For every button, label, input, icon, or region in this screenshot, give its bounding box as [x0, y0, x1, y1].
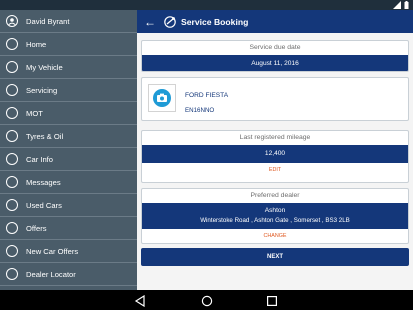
drawer-item-label: New Car Offers	[26, 246, 79, 256]
drawer-item-my-vehicle[interactable]: My Vehicle	[0, 56, 137, 79]
mot-icon	[6, 107, 18, 119]
drawer-item-mot[interactable]: MOT	[0, 102, 137, 125]
status-icons	[393, 1, 409, 9]
car-icon	[6, 199, 18, 211]
service-due-date: August 11, 2016	[142, 55, 408, 71]
drawer-item-label: Servicing	[26, 85, 58, 95]
home-icon	[6, 38, 18, 50]
drawer-item-dealer-locator[interactable]: Dealer Locator	[0, 263, 137, 286]
drawer-item-label: Car Info	[26, 154, 54, 164]
vehicle-registration: EN16NNO	[185, 107, 215, 114]
app-bar: ← Service Booking	[137, 10, 413, 33]
envelope-icon	[6, 176, 18, 188]
next-button[interactable]: NEXT	[141, 248, 409, 266]
drawer-item-label: Offers	[26, 223, 47, 233]
drawer-user-profile[interactable]: David Byrant	[0, 10, 137, 33]
mileage-value: 12,400	[142, 145, 408, 163]
user-icon	[6, 15, 18, 27]
car-icon	[6, 61, 18, 73]
system-navigation-bar	[0, 290, 413, 310]
mileage-card: Last registered mileage 12,400 EDIT	[141, 130, 409, 183]
back-arrow-icon[interactable]: ←	[137, 15, 163, 29]
camera-icon	[153, 89, 171, 107]
navigation-drawer: David Byrant Home My Vehicle Servicing M…	[0, 10, 137, 290]
service-due-card: Service due date August 11, 2016	[141, 40, 409, 72]
vehicle-model: FORD FIESTA	[185, 92, 229, 99]
service-due-heading: Service due date	[249, 44, 301, 51]
drawer-item-car-info[interactable]: Car Info	[0, 148, 137, 171]
drawer-item-label: Home	[26, 39, 47, 49]
dealer-name: Ashton	[264, 207, 286, 214]
drawer-item-new-car-offers[interactable]: New Car Offers	[0, 240, 137, 263]
nav-home-icon[interactable]	[201, 294, 213, 307]
location-pin-icon	[6, 268, 18, 280]
main-content: ← Service Booking Service due date Augus…	[137, 10, 413, 290]
edit-mileage-button[interactable]: EDIT	[142, 163, 408, 177]
car-service-icon	[163, 15, 177, 29]
drawer-item-used-cars[interactable]: Used Cars	[0, 194, 137, 217]
vehicle-card[interactable]: FORD FIESTA EN16NNO	[141, 77, 409, 121]
change-dealer-button[interactable]: CHANGE	[142, 229, 408, 243]
tag-icon	[6, 222, 18, 234]
drawer-item-offers[interactable]: Offers	[0, 217, 137, 240]
status-bar	[0, 0, 413, 10]
drawer-item-label: MOT	[26, 108, 43, 118]
nav-back-icon[interactable]	[134, 294, 146, 308]
car-icon	[6, 245, 18, 257]
nav-recents-icon[interactable]	[266, 294, 278, 307]
drawer-item-home[interactable]: Home	[0, 33, 137, 56]
dealer-card: Preferred dealer Ashton Winterstoke Road…	[141, 188, 409, 244]
tyre-icon	[6, 130, 18, 142]
drawer-user-name: David Byrant	[26, 16, 70, 26]
drawer-item-label: Used Cars	[26, 200, 62, 210]
dealer-heading: Preferred dealer	[250, 192, 300, 199]
dealer-address: Winterstoke Road , Ashton Gate , Somerse…	[200, 217, 350, 224]
drawer-item-label: Dealer Locator	[26, 269, 76, 279]
page-title: Service Booking	[181, 16, 249, 27]
drawer-item-messages[interactable]: Messages	[0, 171, 137, 194]
wrench-icon	[6, 84, 18, 96]
mileage-heading: Last registered mileage	[239, 134, 311, 141]
dealer-info: Ashton Winterstoke Road , Ashton Gate , …	[142, 203, 408, 229]
info-icon	[6, 153, 18, 165]
drawer-item-servicing[interactable]: Servicing	[0, 79, 137, 102]
vehicle-photo-button[interactable]	[148, 84, 176, 112]
drawer-item-label: Tyres & Oil	[26, 131, 64, 141]
drawer-item-label: My Vehicle	[26, 62, 63, 72]
drawer-item-label: Messages	[26, 177, 61, 187]
drawer-item-tyres-oil[interactable]: Tyres & Oil	[0, 125, 137, 148]
